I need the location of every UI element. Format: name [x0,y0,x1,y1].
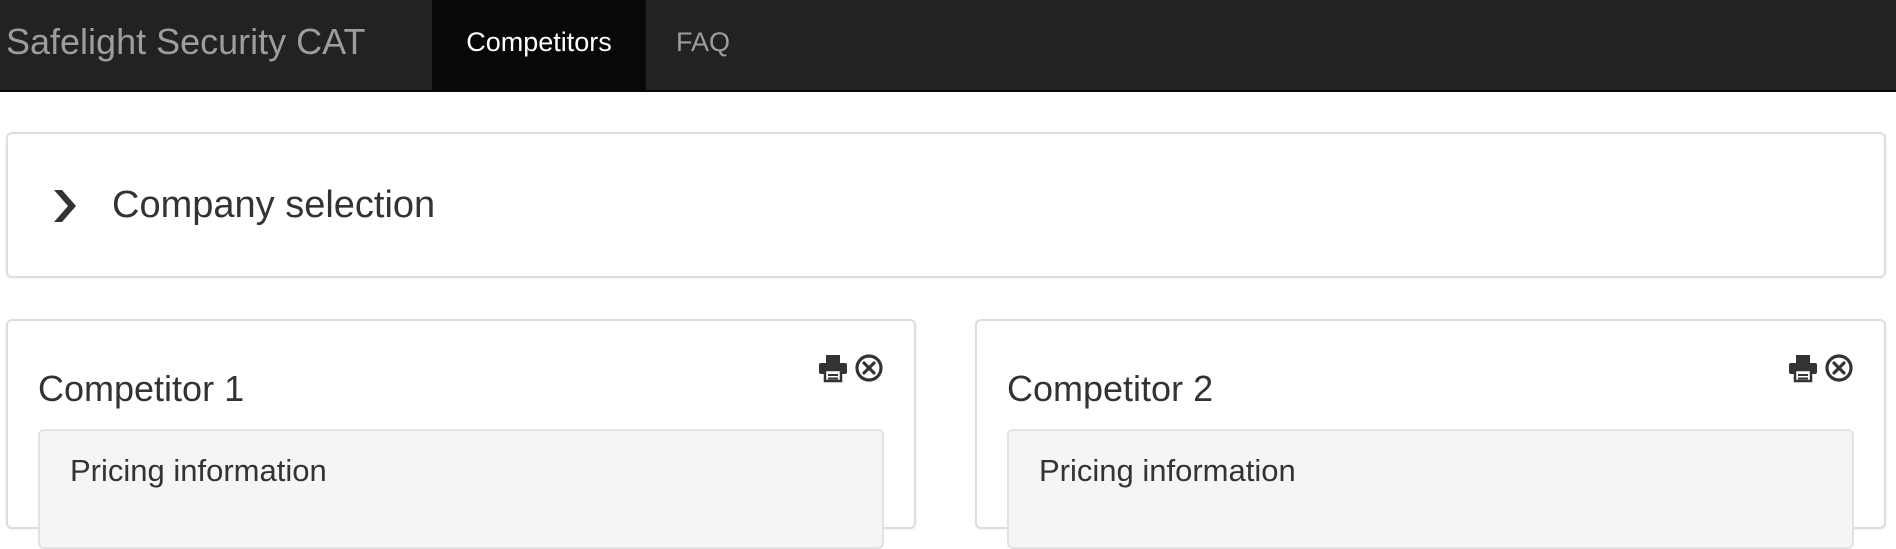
pricing-information-panel: Pricing information [1007,429,1854,549]
competitor-panel: Competitor 2 Pricing information [975,319,1886,549]
nav-item-competitors[interactable]: Competitors [432,0,646,92]
pricing-information-title: Pricing information [1039,453,1296,488]
print-icon[interactable] [1788,353,1818,383]
brand-link[interactable]: Safelight Security CAT [6,0,365,92]
pricing-information-panel: Pricing information [38,429,884,549]
competitor-title: Competitor 2 [1007,368,1214,409]
company-selection-panel[interactable]: Company selection [6,132,1886,278]
competitor-title: Competitor 1 [38,368,245,409]
print-icon[interactable] [818,353,848,383]
chevron-right-icon [44,186,84,226]
main-nav: Competitors FAQ [432,0,760,92]
close-circle-icon[interactable] [1824,353,1854,383]
pricing-information-title: Pricing information [70,453,327,488]
nav-item-faq[interactable]: FAQ [646,0,760,92]
top-navbar: Safelight Security CAT Competitors FAQ [0,0,1896,92]
close-circle-icon[interactable] [854,353,884,383]
competitor-panel: Competitor 1 Pricing information [6,319,916,549]
company-selection-title[interactable]: Company selection [112,134,435,276]
